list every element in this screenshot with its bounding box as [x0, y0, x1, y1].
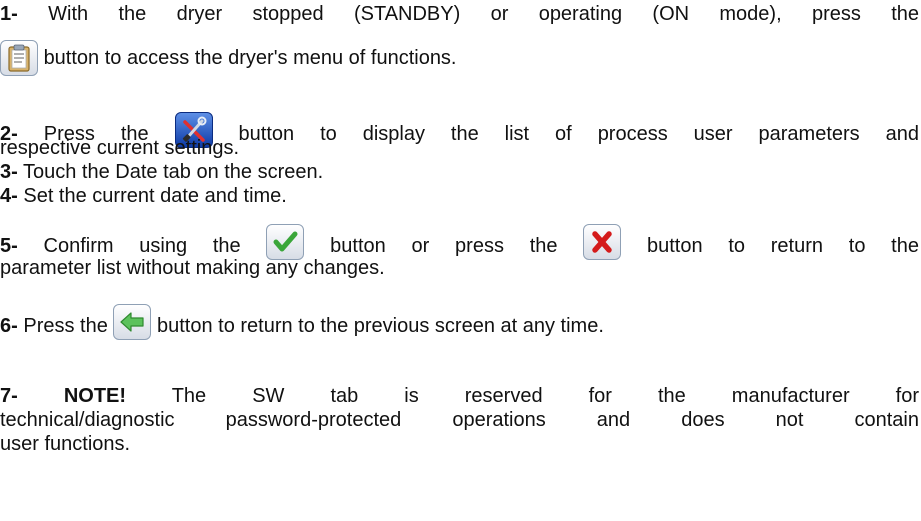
- clipboard-menu-icon: [0, 40, 38, 76]
- step-text: Confirm using the: [43, 235, 241, 257]
- step-2-line-2: respective current settings.: [0, 136, 919, 160]
- step-number: 3-: [0, 161, 18, 183]
- note-label: NOTE!: [63, 385, 127, 407]
- step-number: 4-: [0, 185, 18, 207]
- step-text: Set the current date and time.: [23, 185, 287, 207]
- step-text: parameter list without making any change…: [0, 257, 385, 279]
- step-5: 5- Confirm using the button or press the…: [0, 224, 919, 260]
- step-text: With the dryer stopped (STANDBY) or oper…: [48, 3, 919, 25]
- step-3: 3- Touch the Date tab on the screen.: [0, 160, 919, 184]
- step-text: user functions.: [0, 433, 131, 455]
- step-5-line-2: parameter list without making any change…: [0, 256, 919, 280]
- step-4: 4- Set the current date and time.: [0, 184, 919, 208]
- instructions-document: 1- With the dryer stopped (STANDBY) or o…: [0, 0, 921, 521]
- step-text: Touch the Date tab on the screen.: [23, 161, 324, 183]
- step-6: 6- Press the button to return to the pre…: [0, 304, 919, 340]
- step-7: 7- NOTE! The SW tab is reserved for the …: [0, 384, 919, 408]
- step-7-line-2: technical/diagnostic password-protected …: [0, 408, 919, 432]
- step-text: button to access the dryer's menu of fun…: [43, 47, 457, 69]
- step-text: button or press the: [330, 235, 558, 257]
- step-1-line-2: button to access the dryer's menu of fun…: [0, 40, 919, 76]
- step-number: 1-: [0, 3, 18, 25]
- back-arrow-icon: [113, 304, 152, 340]
- step-text: The SW tab is reserved for the manufactu…: [171, 385, 919, 407]
- step-text: button to return to the previous screen …: [156, 315, 604, 337]
- step-1-line-1: 1- With the dryer stopped (STANDBY) or o…: [0, 2, 919, 26]
- step-number: 6-: [0, 315, 18, 337]
- step-1: 1- With the dryer stopped (STANDBY) or o…: [0, 2, 919, 26]
- step-text: technical/diagnostic password-protected …: [0, 409, 919, 431]
- check-confirm-icon: [266, 224, 305, 260]
- step-text: button to return to the: [647, 235, 919, 257]
- step-number: 7-: [0, 385, 18, 407]
- x-cancel-icon: [583, 224, 622, 260]
- step-text: Press the: [23, 315, 108, 337]
- step-text: respective current settings.: [0, 137, 239, 159]
- step-7-line-3: user functions.: [0, 432, 919, 456]
- step-number: 5-: [0, 235, 18, 257]
